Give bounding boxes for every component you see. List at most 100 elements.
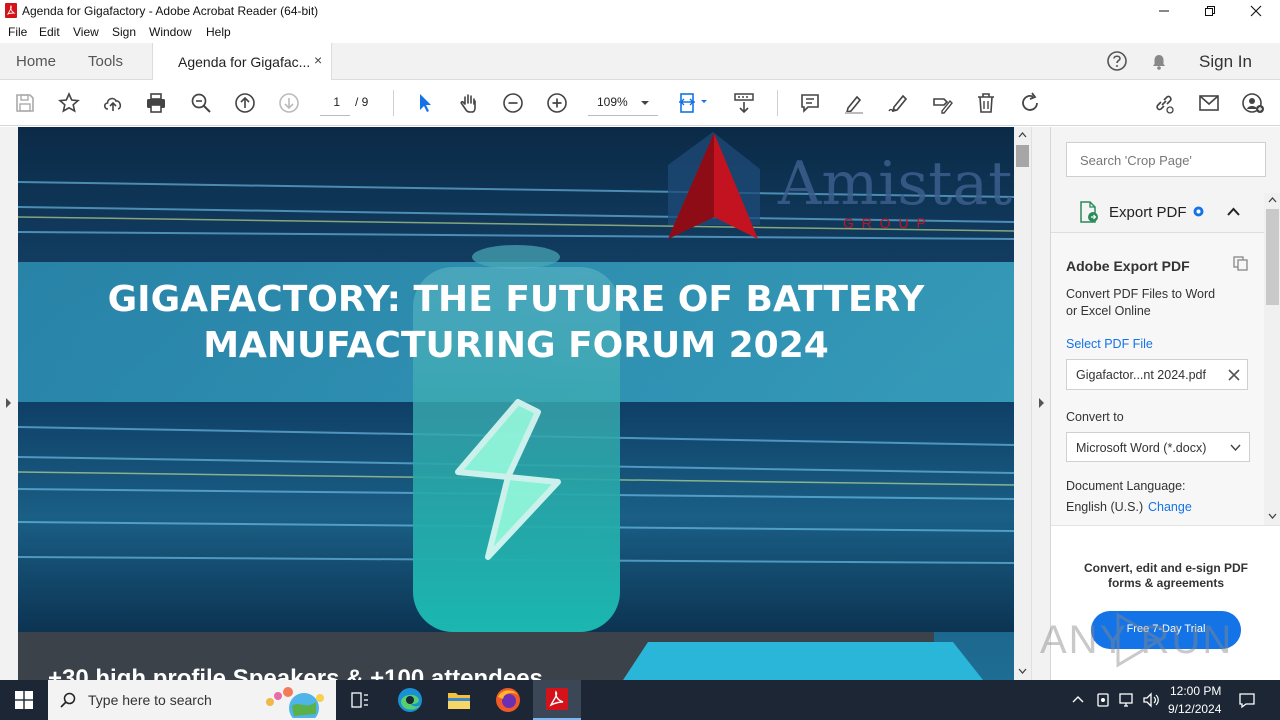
convert-to-label: Convert to <box>1066 410 1124 424</box>
page-fit-icon[interactable] <box>677 90 713 116</box>
page-number-input[interactable]: 1 <box>320 92 350 116</box>
security-icon[interactable] <box>1095 692 1111 708</box>
toolbar-divider <box>393 90 394 116</box>
menu-file[interactable]: File <box>8 25 27 39</box>
scroll-up-icon[interactable] <box>1268 197 1277 203</box>
promo-line-1: Convert, edit and e-sign PDF <box>1083 561 1248 575</box>
taskbar-search-box[interactable]: Type here to search <box>48 680 336 720</box>
share-link-icon[interactable] <box>1151 90 1177 116</box>
change-language-link[interactable]: Change <box>1148 500 1192 514</box>
panel-scrollbar[interactable] <box>1264 193 1280 525</box>
menu-sign[interactable]: Sign <box>112 25 136 39</box>
logo-text: Amistat <box>778 149 1013 219</box>
task-view-icon[interactable] <box>336 680 384 720</box>
tab-tools[interactable]: Tools <box>88 53 123 70</box>
tab-document[interactable]: Agenda for Gigafac... × <box>152 43 332 80</box>
adobe-export-title: Adobe Export PDF <box>1066 258 1190 274</box>
clock-time[interactable]: 12:00 PM <box>1170 684 1221 698</box>
tab-bar: Home Tools Agenda for Gigafac... × Sign … <box>0 43 1280 80</box>
taskbar: Type here to search 12:00 PM 9/12/2024 <box>0 680 1280 720</box>
panel-scrollbar-thumb[interactable] <box>1266 209 1279 305</box>
acrobat-app-icon <box>5 3 17 18</box>
volume-icon[interactable] <box>1142 692 1160 708</box>
menu-window[interactable]: Window <box>149 25 192 39</box>
star-icon[interactable] <box>56 90 82 116</box>
scrollbar-thumb[interactable] <box>1016 145 1029 167</box>
show-hidden-icons-chevron[interactable] <box>1072 695 1084 703</box>
zoom-in-icon[interactable] <box>544 90 570 116</box>
trash-icon[interactable] <box>973 90 999 116</box>
close-icon[interactable] <box>1233 0 1279 22</box>
scroll-mode-icon[interactable] <box>731 90 757 116</box>
previous-page-icon[interactable] <box>232 90 258 116</box>
zoom-value: 109% <box>597 95 628 109</box>
network-icon[interactable] <box>1118 692 1136 708</box>
menu-help[interactable]: Help <box>206 25 231 39</box>
document-language-value: English (U.S.) <box>1066 500 1144 514</box>
expand-right-icon <box>1039 398 1044 408</box>
acrobat-taskbar-icon[interactable] <box>533 680 581 720</box>
windows-logo-icon <box>15 691 33 709</box>
tools-panel: Search 'Crop Page' Export PDF Adobe Expo… <box>1050 127 1280 680</box>
panel-search-input[interactable]: Search 'Crop Page' <box>1066 142 1266 177</box>
comment-icon[interactable] <box>797 90 823 116</box>
menu-bar: File Edit View Sign Window Help <box>0 22 1280 43</box>
selected-file-field[interactable]: Gigafactor...nt 2024.pdf <box>1066 359 1248 390</box>
zoom-select[interactable]: 109% <box>588 91 658 116</box>
clock-date[interactable]: 9/12/2024 <box>1168 702 1221 716</box>
taskbar-search-placeholder: Type here to search <box>88 692 212 708</box>
scroll-up-icon[interactable] <box>1018 132 1027 138</box>
scroll-down-icon[interactable] <box>1268 513 1277 519</box>
help-icon[interactable] <box>1106 50 1128 72</box>
page-number-value: 1 <box>333 95 340 109</box>
restore-icon[interactable] <box>1187 0 1233 22</box>
start-button[interactable] <box>0 680 48 720</box>
sign-in-button[interactable]: Sign In <box>1199 52 1252 72</box>
firefox-icon[interactable] <box>484 680 532 720</box>
toolbar: 1 / 9 109% <box>0 80 1280 126</box>
right-panel-toggle[interactable] <box>1031 127 1050 680</box>
select-pdf-file-label: Select PDF File <box>1066 337 1153 351</box>
email-icon[interactable] <box>1196 90 1222 116</box>
document-scrollbar[interactable] <box>1014 127 1031 680</box>
next-page-icon[interactable] <box>276 90 302 116</box>
search-icon <box>60 692 76 708</box>
title-bar: Agenda for Gigafactory - Adobe Acrobat R… <box>0 0 1280 22</box>
promo-line-2: forms & agreements <box>1107 576 1225 590</box>
watermark: ANY RUN <box>1040 610 1240 670</box>
window-title: Agenda for Gigafactory - Adobe Acrobat R… <box>22 4 319 18</box>
panel-search-placeholder: Search 'Crop Page' <box>1080 153 1192 168</box>
copy-icon[interactable] <box>1232 255 1250 271</box>
minimize-icon[interactable] <box>1141 0 1187 22</box>
select-cursor-icon[interactable] <box>412 90 438 116</box>
edge-browser-icon[interactable] <box>386 680 434 720</box>
tab-close-button[interactable]: × <box>314 52 322 68</box>
left-panel-toggle[interactable] <box>0 127 18 680</box>
zoom-out-search-icon[interactable] <box>188 90 214 116</box>
fill-sign-icon[interactable] <box>929 90 955 116</box>
watermark-text: ANY RUN <box>1040 618 1234 662</box>
zoom-out-icon[interactable] <box>500 90 526 116</box>
pdf-page[interactable]: Amistat G R O U P GIGAFACTORY: THE FUTUR… <box>18 127 1014 680</box>
scroll-down-icon[interactable] <box>1018 668 1027 674</box>
collapse-chevron-icon[interactable] <box>1227 207 1240 216</box>
tab-home[interactable]: Home <box>16 53 56 70</box>
promo-text: Convert, edit and e-sign PDF forms & agr… <box>1051 561 1280 591</box>
highlight-pen-icon[interactable] <box>841 90 867 116</box>
file-explorer-icon[interactable] <box>435 680 483 720</box>
headline-line-2: MANUFACTURING FORUM 2024 <box>203 325 829 366</box>
menu-edit[interactable]: Edit <box>39 25 60 39</box>
menu-view[interactable]: View <box>73 25 99 39</box>
add-user-icon[interactable] <box>1240 90 1266 116</box>
notification-center-icon[interactable] <box>1238 691 1256 709</box>
bell-icon[interactable] <box>1148 50 1170 72</box>
convert-to-select[interactable]: Microsoft Word (*.docx) <box>1066 432 1250 462</box>
hand-tool-icon[interactable] <box>456 90 482 116</box>
rotate-icon[interactable] <box>1017 90 1043 116</box>
upload-cloud-icon[interactable] <box>100 90 126 116</box>
draw-sign-icon[interactable] <box>885 90 911 116</box>
export-pdf-title[interactable]: Export PDF <box>1109 204 1187 221</box>
save-icon[interactable] <box>12 90 38 116</box>
print-icon[interactable] <box>143 90 169 116</box>
remove-file-icon[interactable] <box>1228 369 1240 381</box>
